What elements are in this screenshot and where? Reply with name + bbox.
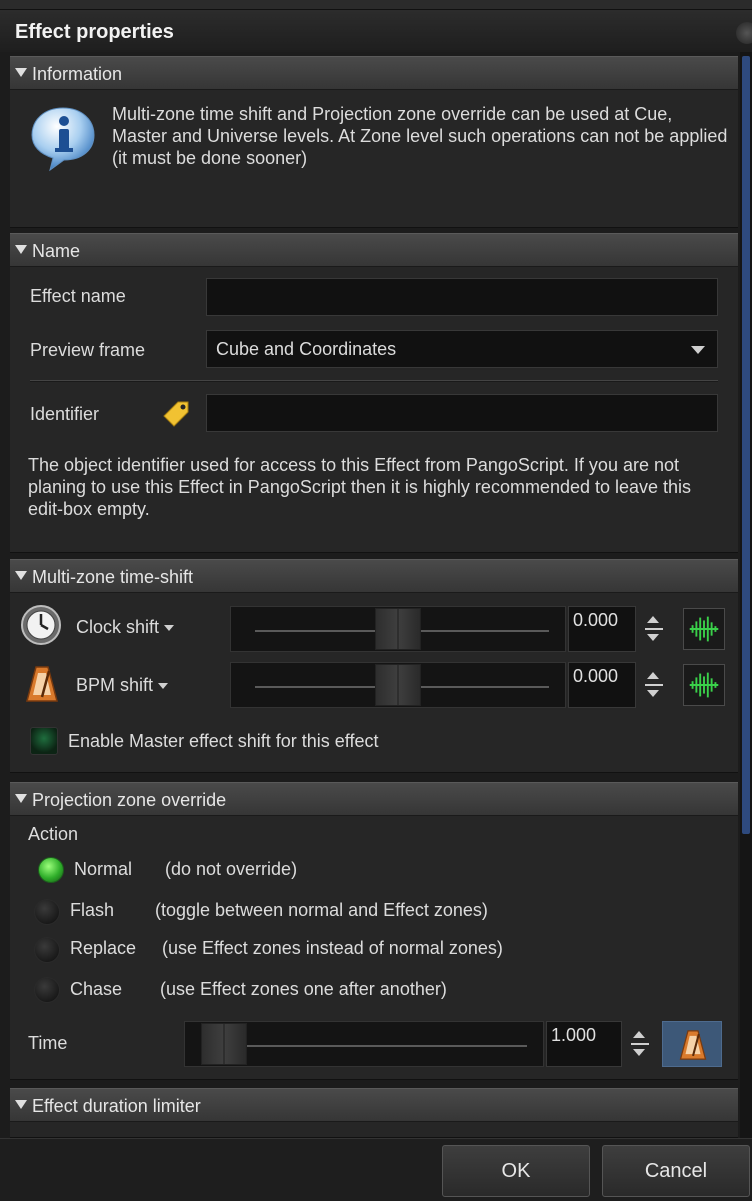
time-bpm-button[interactable] (662, 1021, 722, 1067)
spin-up-icon[interactable] (647, 616, 659, 623)
effect-name-input[interactable] (206, 278, 718, 316)
bpm-shift-spinner[interactable] (641, 662, 667, 708)
information-text: Multi-zone time shift and Projection zon… (112, 104, 728, 168)
bpm-shift-label[interactable]: BPM shift (76, 675, 169, 696)
section-title: Projection zone override (32, 790, 227, 810)
time-spinner[interactable] (627, 1021, 653, 1067)
spin-up-icon[interactable] (647, 672, 659, 679)
time-slider[interactable] (184, 1021, 544, 1067)
metronome-icon (26, 666, 58, 702)
bpm-shift-value: 0.000 (573, 666, 619, 686)
duration-limiter-body (10, 1122, 738, 1138)
clock-icon (21, 605, 61, 645)
chevron-down-icon (164, 625, 175, 632)
window-title: Effect properties (15, 21, 174, 43)
window-knob-icon (736, 22, 752, 44)
option-chase-desc: (use Effect zones one after another) (160, 979, 447, 999)
section-header-projection-override[interactable]: Projection zone override (10, 782, 738, 816)
chevron-down-icon (691, 346, 705, 354)
spin-divider (645, 628, 663, 630)
slider-thumb[interactable] (375, 664, 421, 706)
clock-shift-value-box[interactable]: 0.000 (568, 606, 636, 652)
option-normal-label: Normal (74, 859, 133, 879)
identifier-input[interactable] (206, 394, 718, 432)
top-strip (0, 0, 752, 10)
clock-shift-spinner[interactable] (641, 606, 667, 652)
scrollbar-thumb[interactable] (742, 56, 750, 834)
preview-frame-value: Cube and Coordinates (216, 339, 397, 359)
identifier-label: Identifier (30, 404, 100, 424)
spin-divider (631, 1043, 649, 1045)
option-replace-desc: (use Effect zones instead of normal zone… (162, 938, 503, 958)
section-header-information[interactable]: Information (10, 56, 738, 90)
collapse-arrow-icon (15, 794, 27, 803)
section-title: Multi-zone time-shift (32, 567, 194, 587)
collapse-arrow-icon (15, 245, 27, 254)
slider-track (209, 1045, 527, 1047)
bpm-waveform-button[interactable] (683, 664, 725, 706)
waveform-icon (689, 616, 719, 642)
bpm-shift-slider[interactable] (230, 662, 566, 708)
slider-thumb[interactable] (375, 608, 421, 650)
waveform-icon (689, 672, 719, 698)
ok-button[interactable]: OK (442, 1145, 590, 1197)
bpm-shift-value-box[interactable]: 0.000 (568, 662, 636, 708)
section-header-time-shift[interactable]: Multi-zone time-shift (10, 559, 738, 593)
cancel-button[interactable]: Cancel (602, 1145, 750, 1197)
master-shift-label: Enable Master effect shift for this effe… (68, 731, 379, 751)
time-value: 1.000 (551, 1025, 597, 1045)
spin-up-icon[interactable] (633, 1031, 645, 1038)
time-value-box[interactable]: 1.000 (546, 1021, 622, 1067)
radio-chase[interactable] (34, 977, 60, 1003)
option-normal-desc: (do not override) (165, 859, 298, 879)
preview-frame-dropdown[interactable]: Cube and Coordinates (206, 330, 718, 368)
section-title: Effect duration limiter (32, 1096, 201, 1116)
radio-flash[interactable] (34, 899, 60, 925)
spin-divider (645, 684, 663, 686)
master-shift-checkbox[interactable] (30, 727, 58, 755)
option-chase-label: Chase (70, 979, 123, 999)
action-label: Action (28, 824, 79, 844)
radio-replace[interactable] (34, 937, 60, 963)
section-header-duration-limiter[interactable]: Effect duration limiter (10, 1088, 738, 1122)
clock-waveform-button[interactable] (683, 608, 725, 650)
collapse-arrow-icon (15, 68, 27, 77)
clock-shift-slider[interactable] (230, 606, 566, 652)
option-flash-label: Flash (70, 900, 115, 920)
section-title: Name (32, 241, 81, 261)
title-bar: Effect properties (0, 10, 752, 52)
time-label: Time (28, 1033, 68, 1053)
option-replace-label: Replace (70, 938, 137, 958)
clock-shift-text: Clock shift (76, 617, 160, 637)
radio-normal[interactable] (38, 857, 64, 883)
section-header-name[interactable]: Name (10, 233, 738, 267)
divider (30, 380, 718, 382)
identifier-help-text: The object identifier used for access to… (28, 455, 692, 519)
chevron-down-icon (158, 683, 169, 690)
spin-down-icon[interactable] (647, 634, 659, 641)
option-flash-desc: (toggle between normal and Effect zones) (155, 900, 488, 920)
collapse-arrow-icon (15, 571, 27, 580)
tag-icon (163, 401, 189, 427)
clock-shift-label[interactable]: Clock shift (76, 617, 175, 638)
slider-thumb[interactable] (201, 1023, 247, 1065)
metronome-icon (679, 1030, 707, 1060)
preview-frame-label: Preview frame (30, 340, 146, 360)
spin-down-icon[interactable] (633, 1049, 645, 1056)
spin-down-icon[interactable] (647, 690, 659, 697)
clock-shift-value: 0.000 (573, 610, 619, 630)
section-title: Information (32, 64, 123, 84)
effect-name-label: Effect name (30, 286, 126, 306)
bpm-shift-text: BPM shift (76, 675, 154, 695)
collapse-arrow-icon (15, 1100, 27, 1109)
info-icon (31, 107, 95, 172)
